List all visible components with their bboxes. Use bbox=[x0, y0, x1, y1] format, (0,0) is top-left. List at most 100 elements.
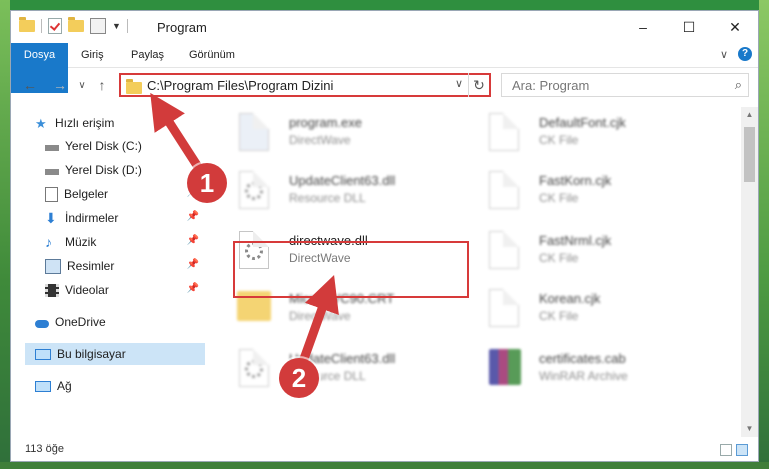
address-dropdown-icon[interactable]: ∨ bbox=[455, 77, 463, 90]
search-box[interactable]: Ara: Program ⌕ bbox=[501, 73, 749, 97]
file-description: CK File bbox=[539, 191, 579, 205]
downloads-icon: ⬇ bbox=[45, 209, 57, 226]
sidebar-item-videos[interactable]: Videolar 📌 bbox=[45, 279, 203, 301]
pin-icon[interactable]: 📌 bbox=[187, 283, 199, 294]
forward-button[interactable]: → bbox=[51, 75, 69, 95]
vertical-scrollbar[interactable]: ▲ ▼ bbox=[741, 107, 758, 437]
new-folder-icon[interactable] bbox=[68, 17, 84, 32]
sidebar-item-label: Yerel Disk (D:) bbox=[65, 163, 142, 177]
gear-icon bbox=[245, 182, 263, 200]
file-item[interactable]: FastNrml.cjk CK File bbox=[469, 225, 699, 275]
sidebar-item-documents[interactable]: Belgeler 📌 bbox=[45, 183, 203, 205]
status-bar: 113 öğe bbox=[11, 439, 758, 461]
file-description: DirectWave bbox=[289, 309, 351, 323]
sidebar-item-label: Resimler bbox=[67, 259, 115, 273]
title-bar: ▼ Program – ☐ ✕ bbox=[11, 11, 758, 43]
sidebar-item-downloads[interactable]: ⬇ İndirmeler 📌 bbox=[45, 207, 203, 229]
help-button[interactable]: ? bbox=[738, 47, 752, 61]
sidebar-item-music[interactable]: ♪ Müzik 📌 bbox=[45, 231, 203, 253]
sidebar-item-quick-access[interactable]: ★ Hızlı erişim bbox=[35, 112, 227, 134]
music-icon: ♪ bbox=[45, 233, 52, 250]
search-placeholder: Ara: Program bbox=[512, 78, 590, 93]
pin-icon[interactable]: 📌 bbox=[187, 259, 199, 270]
file-item[interactable]: UpdateClient63.dll Resource DLL bbox=[219, 343, 449, 393]
pin-icon[interactable]: 📌 bbox=[187, 235, 199, 246]
file-name: UpdateClient63.dll bbox=[289, 173, 396, 188]
folder-icon bbox=[19, 17, 35, 32]
file-description: CK File bbox=[539, 133, 579, 147]
dll-file-icon bbox=[239, 349, 269, 387]
properties-check-icon[interactable] bbox=[48, 18, 62, 34]
view-switcher bbox=[720, 444, 748, 456]
file-item[interactable]: program.exe DirectWave bbox=[219, 107, 449, 157]
pin-icon[interactable]: 📌 bbox=[187, 211, 199, 222]
ribbon-tabs: Dosya Giriş Paylaş Görünüm ∨ ? bbox=[11, 43, 758, 93]
navigation-bar: ← → ∨ ↑ C:\Program Files\Program Dizini … bbox=[11, 71, 758, 99]
toolbar-separator bbox=[126, 19, 128, 33]
ribbon-right-controls: ∨ ? bbox=[720, 47, 752, 61]
desktop-background-bottom bbox=[0, 462, 769, 469]
sidebar-item-onedrive[interactable]: OneDrive bbox=[35, 311, 227, 333]
folder-icon bbox=[126, 79, 142, 94]
sidebar-item-pictures[interactable]: Resimler 📌 bbox=[45, 255, 203, 277]
drive-icon bbox=[45, 169, 59, 175]
refresh-button[interactable]: ↻ bbox=[468, 73, 489, 97]
file-description: DirectWave bbox=[289, 133, 351, 147]
up-button[interactable]: ↑ bbox=[93, 75, 111, 95]
file-item[interactable]: certificates.cab WinRAR Archive bbox=[469, 343, 699, 393]
file-description: CK File bbox=[539, 309, 579, 323]
large-icons-view-icon[interactable] bbox=[736, 444, 748, 456]
scrollbar-thumb[interactable] bbox=[744, 127, 755, 182]
address-path[interactable]: C:\Program Files\Program Dizini bbox=[147, 78, 333, 93]
desktop-background-right bbox=[759, 0, 769, 469]
customize-toolbar-icon[interactable] bbox=[90, 18, 106, 34]
address-bar[interactable]: C:\Program Files\Program Dizini ∨ ↻ bbox=[119, 73, 491, 97]
quick-access-toolbar: ▼ bbox=[19, 17, 128, 34]
file-item[interactable]: FastKorn.cjk CK File bbox=[469, 165, 699, 215]
window-title: Program bbox=[157, 20, 207, 35]
videos-icon bbox=[45, 283, 59, 297]
file-name: FastKorn.cjk bbox=[539, 173, 612, 188]
toolbar-dropdown-icon[interactable]: ▼ bbox=[112, 21, 121, 31]
file-item[interactable]: UpdateClient63.dll Resource DLL bbox=[219, 165, 449, 215]
pictures-icon bbox=[45, 258, 61, 274]
sidebar-item-local-disk-c[interactable]: Yerel Disk (C:) bbox=[45, 135, 237, 157]
file-description: Resource DLL bbox=[289, 191, 366, 205]
file-item[interactable]: DefaultFont.cjk CK File bbox=[469, 107, 699, 157]
recent-locations-button[interactable]: ∨ bbox=[73, 75, 91, 95]
maximize-button[interactable]: ☐ bbox=[666, 11, 712, 43]
exe-file-icon bbox=[239, 113, 269, 151]
scroll-down-arrow-icon[interactable]: ▼ bbox=[741, 421, 758, 437]
explorer-window: ▼ Program – ☐ ✕ Dosya Giriş Paylaş Görün… bbox=[10, 10, 759, 462]
document-file-icon bbox=[489, 171, 519, 209]
document-file-icon bbox=[489, 113, 519, 151]
file-name: DefaultFont.cjk bbox=[539, 115, 626, 130]
sidebar-item-label: OneDrive bbox=[55, 315, 106, 329]
sidebar-item-label: Müzik bbox=[65, 235, 97, 249]
item-count: 113 öğe bbox=[25, 443, 64, 455]
navigation-pane: ★ Hızlı erişim Yerel Disk (C:) Yerel Dis… bbox=[11, 107, 207, 437]
minimize-button[interactable]: – bbox=[620, 11, 666, 43]
sidebar-item-label: Ağ bbox=[57, 379, 72, 393]
sidebar-item-network[interactable]: Ağ bbox=[35, 375, 227, 397]
sidebar-item-this-pc[interactable]: Bu bilgisayar bbox=[25, 343, 205, 365]
step-badge-2: 2 bbox=[279, 358, 319, 398]
scroll-up-arrow-icon[interactable]: ▲ bbox=[741, 107, 758, 123]
file-name: Korean.cjk bbox=[539, 291, 601, 306]
tab-share[interactable]: Paylaş bbox=[131, 43, 164, 67]
tab-home[interactable]: Giriş bbox=[81, 43, 104, 67]
dll-file-icon bbox=[239, 171, 269, 209]
toolbar-separator bbox=[41, 19, 42, 33]
file-name: certificates.cab bbox=[539, 351, 626, 366]
winrar-archive-icon bbox=[489, 349, 521, 385]
tab-view[interactable]: Görünüm bbox=[189, 43, 235, 67]
step-badge-1: 1 bbox=[187, 163, 227, 203]
sidebar-item-label: Hızlı erişim bbox=[55, 116, 115, 130]
close-button[interactable]: ✕ bbox=[712, 11, 758, 43]
file-item[interactable]: Korean.cjk CK File bbox=[469, 283, 699, 333]
chevron-down-icon[interactable]: ∨ bbox=[720, 48, 728, 61]
search-icon[interactable]: ⌕ bbox=[735, 77, 742, 93]
back-button[interactable]: ← bbox=[21, 75, 39, 95]
details-view-icon[interactable] bbox=[720, 444, 732, 456]
drive-icon bbox=[45, 145, 59, 151]
